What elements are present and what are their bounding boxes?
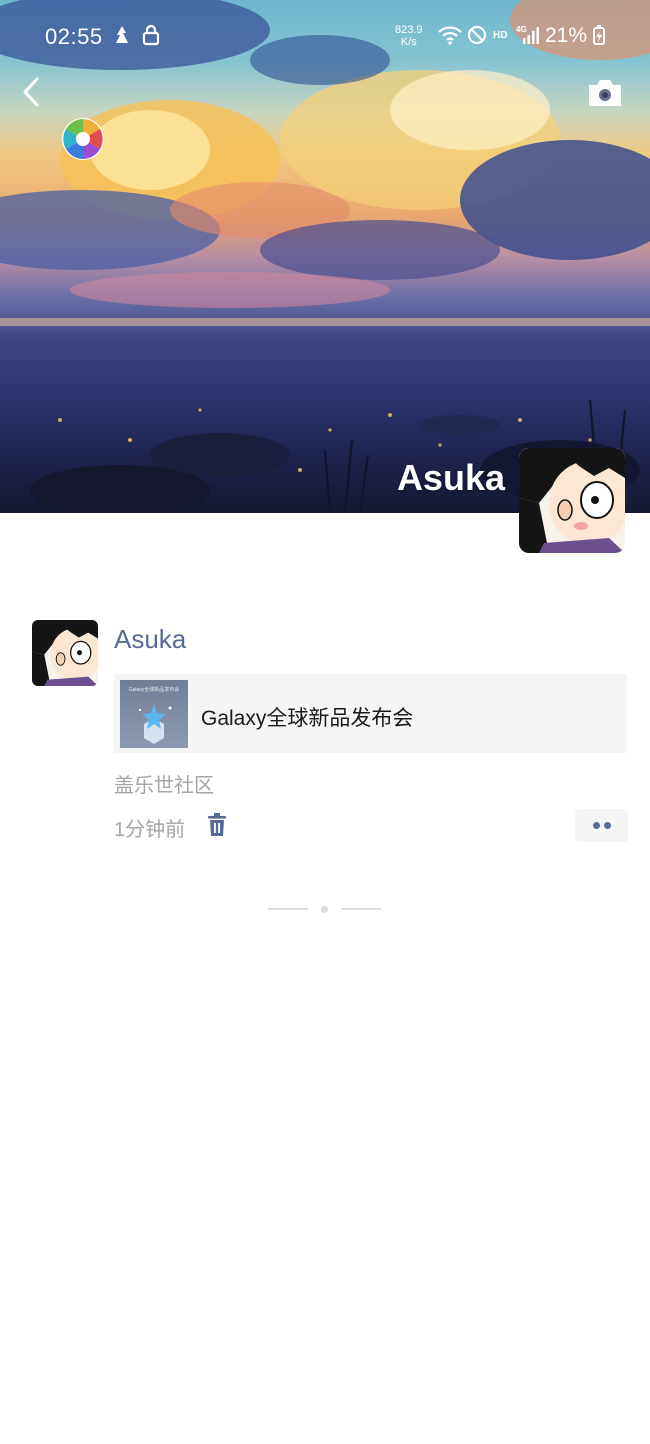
- link-thumbnail: Galaxy全球新品发布会: [120, 680, 188, 748]
- signal-icon: [520, 24, 540, 51]
- status-time: 02:55: [45, 24, 103, 49]
- divider-dot: [321, 906, 328, 913]
- profile-name[interactable]: Asuka: [397, 457, 505, 499]
- more-actions-button[interactable]: [575, 809, 628, 842]
- post-author-avatar[interactable]: [32, 620, 98, 686]
- shared-link-card[interactable]: Galaxy全球新品发布会 Galaxy全球新品发布会: [114, 674, 627, 753]
- divider-line-right: [341, 908, 381, 910]
- cover-photo[interactable]: 02:55 823.9 K/s HD 4G 21% Asuka: [0, 0, 650, 513]
- post-time: 1分钟前: [114, 819, 186, 841]
- back-button[interactable]: [18, 74, 50, 110]
- trash-icon: [208, 813, 226, 836]
- chevron-left-icon: [23, 77, 39, 107]
- divider-line-left: [268, 908, 308, 910]
- more-dots-icon: [593, 822, 600, 829]
- status-bar: 02:55 823.9 K/s HD 4G 21%: [0, 0, 650, 72]
- link-thumb-caption: Galaxy全球新品发布会: [128, 687, 180, 693]
- camera-button[interactable]: [585, 76, 625, 110]
- net-speed-value: 823.9: [395, 24, 423, 36]
- do-not-disturb-icon: [466, 24, 488, 51]
- battery-charging-icon: [592, 24, 606, 51]
- more-dots-icon: [604, 822, 611, 829]
- camera-icon: [589, 80, 621, 106]
- delete-button[interactable]: [206, 812, 228, 838]
- cover-scene: [0, 0, 650, 513]
- hd-tag: HD: [493, 30, 508, 41]
- lock-icon: [142, 24, 160, 51]
- profile-avatar[interactable]: [519, 448, 625, 553]
- wifi-icon: [437, 24, 463, 51]
- feed-end-divider: [268, 904, 381, 914]
- net-speed: 823.9 K/s: [395, 24, 423, 48]
- notification-icon: [112, 24, 132, 51]
- link-title: Galaxy全球新品发布会: [201, 707, 414, 730]
- battery-percent: 21%: [545, 24, 588, 47]
- post-source[interactable]: 盖乐世社区: [114, 769, 214, 798]
- post-author-name[interactable]: Asuka: [114, 624, 186, 655]
- aperture-icon: [60, 116, 106, 162]
- net-speed-unit: K/s: [400, 36, 417, 48]
